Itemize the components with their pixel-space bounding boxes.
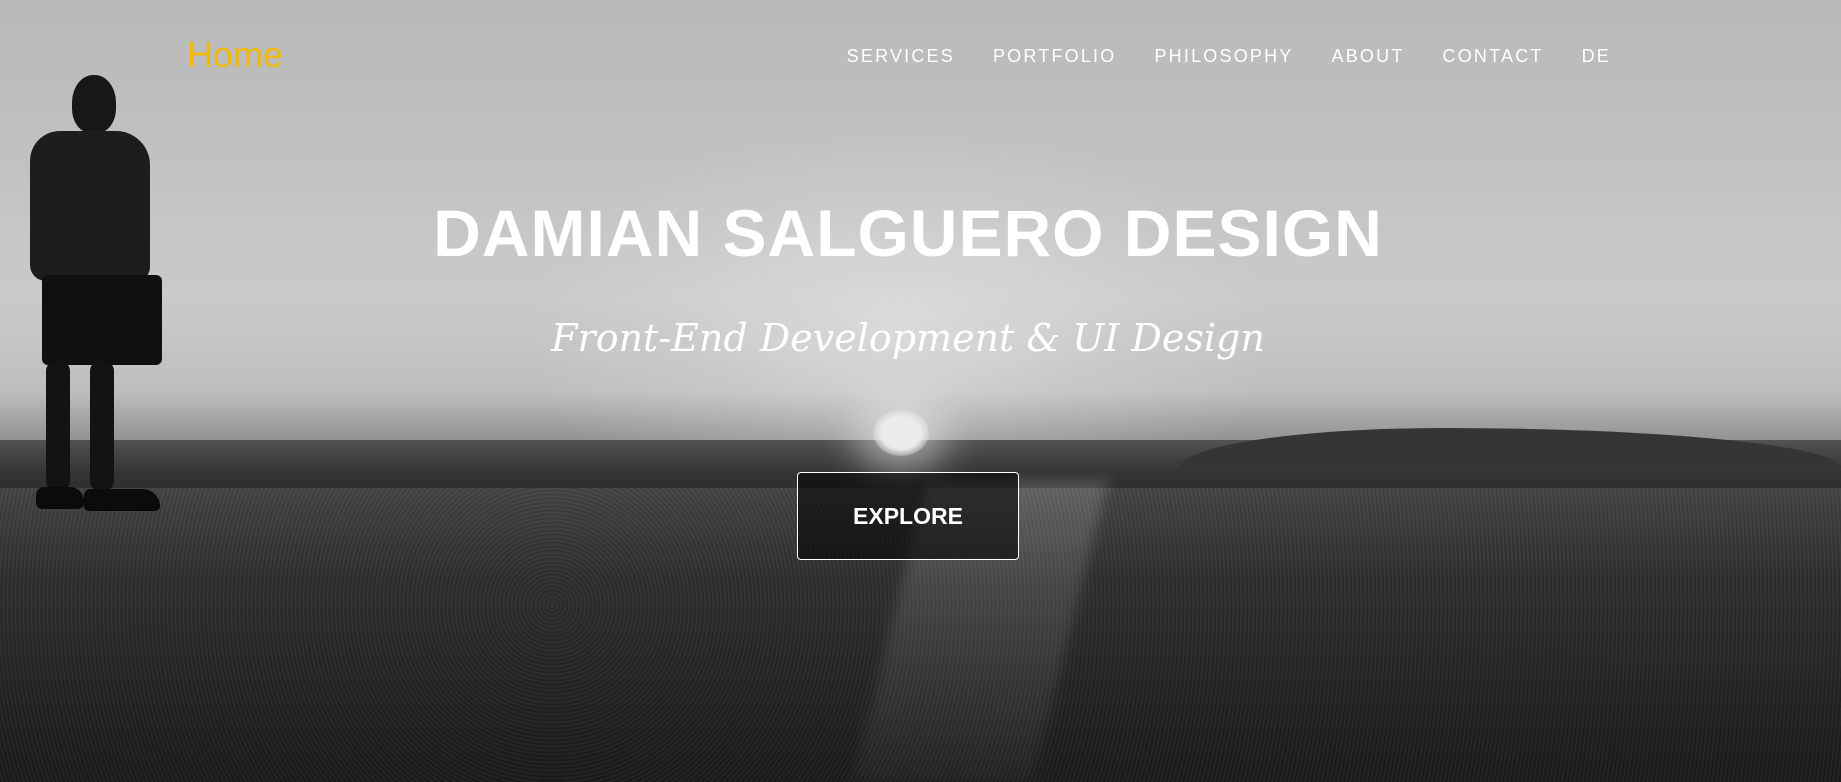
nav-links: SERVICES PORTFOLIO PHILOSOPHY ABOUT CONT…	[847, 46, 1611, 67]
nav-item-contact: CONTACT	[1443, 46, 1544, 67]
hero-background	[0, 0, 1841, 782]
navbar: Home SERVICES PORTFOLIO PHILOSOPHY ABOUT…	[0, 0, 1841, 116]
nav-item-philosophy: PHILOSOPHY	[1154, 46, 1293, 67]
nav-link-about[interactable]: ABOUT	[1332, 46, 1405, 66]
nav-link-philosophy[interactable]: PHILOSOPHY	[1154, 46, 1293, 66]
nav-item-about: ABOUT	[1332, 46, 1405, 67]
nav-item-language: DE	[1582, 46, 1611, 67]
hero-subtitle: Front-End Development & UI Design	[551, 316, 1265, 360]
explore-button[interactable]: EXPLORE	[797, 472, 1019, 560]
nav-item-portfolio: PORTFOLIO	[993, 46, 1117, 67]
hero-title: DAMIAN SALGUERO DESIGN	[433, 196, 1383, 270]
language-switch-link[interactable]: DE	[1582, 46, 1611, 66]
nav-link-contact[interactable]: CONTACT	[1443, 46, 1544, 66]
nav-item-services: SERVICES	[847, 46, 955, 67]
background-overlay	[0, 0, 1841, 782]
nav-link-portfolio[interactable]: PORTFOLIO	[993, 46, 1117, 66]
nav-link-services[interactable]: SERVICES	[847, 46, 955, 66]
brand-home-link[interactable]: Home	[187, 34, 283, 76]
